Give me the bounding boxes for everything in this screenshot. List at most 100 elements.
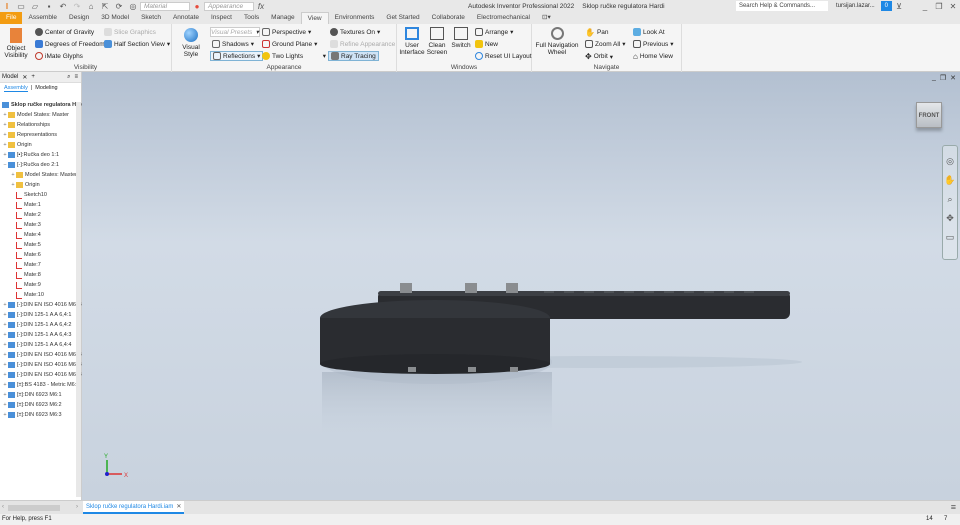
browser-node[interactable]: + [-]:DIN 125-1 A A 6,4:1 [0, 310, 71, 320]
browser-node[interactable]: + Representations [0, 130, 57, 140]
tabs-scrollbar[interactable] [8, 505, 60, 511]
pan-button[interactable]: ✋ Pan [585, 28, 609, 37]
fx-icon[interactable]: fx [256, 2, 266, 11]
tab-view[interactable]: View [300, 12, 329, 24]
browser-node[interactable]: Mate:2 [0, 210, 41, 220]
zoom-all-button[interactable]: Zoom All ▾ [585, 40, 626, 48]
update-icon[interactable]: ⟳ [114, 2, 124, 11]
browser-node[interactable]: + [-]:DIN EN ISO 4016 M6x4 [0, 360, 82, 370]
browser-node[interactable]: Mate:3 [0, 220, 41, 230]
select-icon[interactable]: ⇱ [100, 2, 110, 11]
browser-node[interactable]: Mate:7 [0, 260, 41, 270]
browser-node[interactable]: − [-]:Ručka deo 2:1 [0, 160, 59, 170]
lighting-select[interactable]: Two Lights ▾ [262, 52, 326, 60]
zoom-icon[interactable]: ⌕ [947, 194, 952, 205]
browser-node[interactable]: + [-]:DIN 125-1 A A 6,4:3 [0, 330, 71, 340]
more-tabs-icon[interactable]: ⊡▾ [536, 12, 557, 24]
browser-node[interactable]: Mate:5 [0, 240, 41, 250]
tabs-menu-icon[interactable]: ≡ [951, 502, 956, 512]
viewport-minimize-icon[interactable]: _ [932, 74, 936, 82]
material-select[interactable]: Material [140, 1, 190, 11]
user-interface-button[interactable]: User Interface [399, 27, 425, 56]
browser-node[interactable]: + [-]:DIN EN ISO 4016 M6x4 [0, 300, 82, 310]
browser-node[interactable]: + [-]:DIN 125-1 A A 6,4:4 [0, 340, 71, 350]
browser-node[interactable]: Mate:6 [0, 250, 41, 260]
save-icon[interactable]: ▪ [44, 2, 54, 11]
imate-glyphs-button[interactable]: iMate Glyphs [35, 52, 83, 60]
visual-style-button[interactable]: Visual Style [175, 28, 207, 58]
object-visibility-button[interactable]: Object Visibility [4, 28, 28, 59]
browser-node[interactable]: Mate:9 [0, 280, 41, 290]
steering-wheel-icon[interactable]: ◎ [946, 156, 954, 167]
scroll-right-icon[interactable]: › [76, 504, 78, 510]
modeling-tab[interactable]: Modeling [35, 85, 57, 91]
reset-ui-layout-button[interactable]: Reset UI Layout [475, 52, 532, 60]
tab-3d-model[interactable]: 3D Model [95, 12, 135, 24]
tab-inspect[interactable]: Inspect [205, 12, 238, 24]
browser-node[interactable]: + [±]:DIN 6923 M6:2 [0, 400, 62, 410]
half-section-view-button[interactable]: Half Section View ▾ [104, 40, 170, 48]
shadows-button[interactable]: Shadows ▾ [212, 40, 254, 48]
cart-icon[interactable]: ⊻ [894, 2, 904, 11]
search-icon[interactable]: ⌕ [67, 74, 70, 81]
close-tab-icon[interactable]: ✕ [22, 74, 27, 81]
add-tab-icon[interactable]: + [31, 74, 35, 80]
slice-graphics-button[interactable]: Slice Graphics [104, 28, 156, 36]
close-icon[interactable]: ✕ [948, 2, 958, 11]
menu-icon[interactable]: ≡ [74, 74, 78, 80]
browser-node[interactable]: Mate:4 [0, 230, 41, 240]
viewport-close-icon[interactable]: ✕ [950, 74, 956, 82]
new-window-button[interactable]: New [475, 40, 498, 48]
redo-icon[interactable]: ↷ [72, 2, 82, 11]
textures-button[interactable]: Textures On ▾ [330, 28, 380, 36]
new-icon[interactable]: ▭ [16, 2, 26, 11]
viewport-restore-icon[interactable]: ❐ [940, 74, 946, 82]
switch-button[interactable]: Switch [450, 27, 472, 49]
center-of-gravity-button[interactable]: Center of Gravity [35, 28, 94, 36]
home-view-button[interactable]: ⌂ Home View [633, 52, 673, 61]
scroll-left-icon[interactable]: ‹ [2, 504, 4, 510]
assembly-model[interactable]: XY [82, 72, 960, 500]
reflections-button[interactable]: Reflections ▾ [210, 51, 264, 61]
browser-node[interactable]: Mate:10 [0, 290, 44, 300]
degrees-of-freedom-button[interactable]: Degrees of Freedom [35, 40, 105, 48]
browser-node[interactable]: + [▪]:Ručka deo 1:1 [0, 150, 59, 160]
browser-node[interactable]: + [±]:DIN 6923 M6:3 [0, 410, 62, 420]
appearance-select[interactable]: Appearance [204, 1, 254, 11]
arrange-button[interactable]: Arrange ▾ [475, 28, 513, 36]
browser-node[interactable]: + Model States: Master [0, 110, 69, 120]
browser-node[interactable]: Mate:8 [0, 270, 41, 280]
look-at-button[interactable]: Look At [633, 28, 665, 36]
browser-node[interactable]: Sketch10 [0, 190, 47, 200]
pan-icon[interactable]: ✋ [944, 175, 955, 186]
browser-node[interactable]: + Origin [0, 180, 40, 190]
undo-icon[interactable]: ↶ [58, 2, 68, 11]
tab-get-started[interactable]: Get Started [380, 12, 425, 24]
viewcube[interactable]: FRONT [916, 102, 942, 128]
tab-design[interactable]: Design [63, 12, 95, 24]
tab-tools[interactable]: Tools [238, 12, 265, 24]
tab-collaborate[interactable]: Collaborate [426, 12, 471, 24]
full-navigation-wheel-button[interactable]: Full Navigation Wheel [535, 27, 579, 56]
restore-icon[interactable]: ❐ [934, 2, 944, 11]
minimize-icon[interactable]: _ [920, 2, 930, 11]
browser-node[interactable]: + [±]:BS 4183 - Metric M6:1 [0, 380, 79, 390]
close-document-icon[interactable]: ✕ [176, 501, 181, 512]
previous-view-button[interactable]: Previous ▾ [633, 40, 674, 48]
search-help-input[interactable]: Search Help & Commands... [735, 1, 828, 11]
perspective-button[interactable]: Perspective ▾ [262, 28, 311, 36]
orbit-button[interactable]: ✥ Orbit ▾ [585, 52, 613, 61]
tab-assemble[interactable]: Assemble [22, 12, 63, 24]
clean-screen-button[interactable]: Clean Screen [426, 27, 448, 56]
refine-appearance-button[interactable]: Refine Appearance [330, 40, 395, 48]
ray-tracing-button[interactable]: Ray Tracing [328, 51, 379, 61]
browser-node[interactable]: Mate:1 [0, 200, 41, 210]
model-tab[interactable]: Model [2, 74, 18, 80]
browser-node[interactable]: + Origin [0, 140, 32, 150]
look-at-icon[interactable]: ▭ [946, 232, 955, 243]
browser-scrollbar[interactable] [76, 102, 81, 497]
assembly-tab[interactable]: Assembly [4, 85, 28, 92]
tab-environments[interactable]: Environments [329, 12, 381, 24]
orbit-icon[interactable]: ✥ [946, 213, 954, 224]
material-icon[interactable]: ◎ [128, 2, 138, 11]
